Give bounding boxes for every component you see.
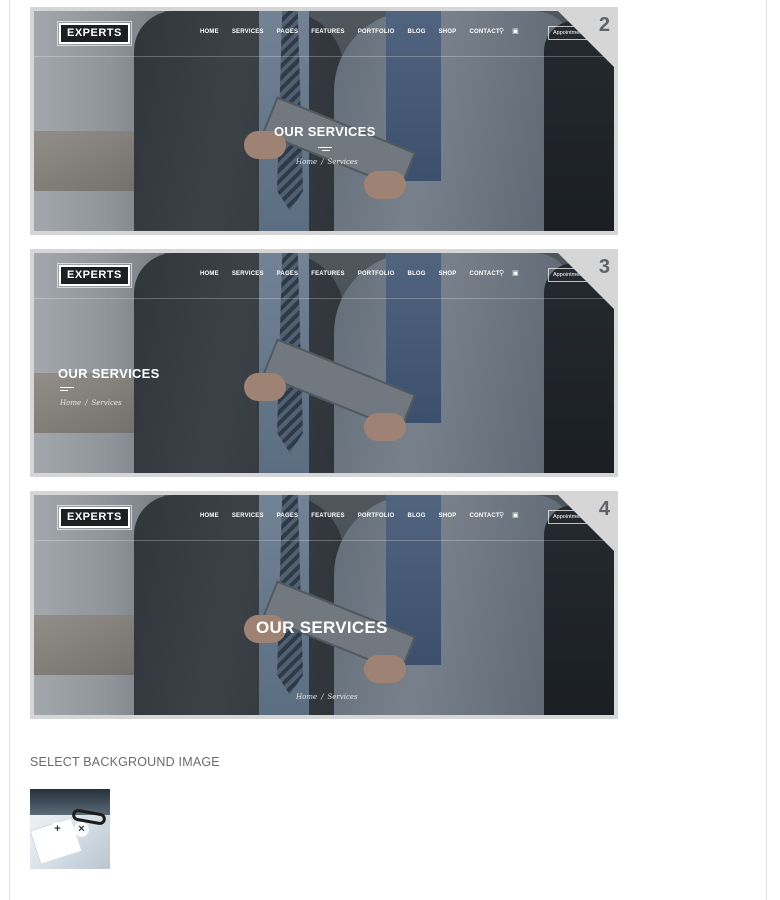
preview-site-header: EXPERTS HOME SERVICES PAGES FEATURES POR…: [34, 495, 614, 541]
breadcrumb-home: Home: [296, 158, 318, 166]
breadcrumb-home: Home: [296, 693, 318, 701]
nav-item: PAGES: [276, 513, 299, 519]
nav-item: SHOP: [438, 271, 457, 277]
site-nav: HOME SERVICES PAGES FEATURES PORTFOLIO B…: [200, 271, 513, 277]
site-logo: EXPERTS: [57, 263, 132, 288]
layout-number: 4: [598, 498, 610, 520]
layout-number: 2: [598, 14, 610, 36]
nav-item: PORTFOLIO: [357, 513, 395, 519]
site-logo: EXPERTS: [57, 21, 132, 46]
preview-site-header: EXPERTS HOME SERVICES PAGES FEATURES POR…: [34, 11, 614, 57]
title-layout-option-2[interactable]: EXPERTS HOME SERVICES PAGES FEATURES POR…: [30, 7, 618, 235]
remove-image-icon[interactable]: ×: [74, 822, 89, 837]
nav-item: CONTACT: [469, 271, 500, 277]
nav-item: SHOP: [438, 29, 457, 35]
breadcrumb-separator: /: [321, 693, 324, 701]
site-logo: EXPERTS: [57, 505, 132, 530]
title-divider: [60, 387, 74, 388]
nav-item: FEATURES: [311, 513, 345, 519]
nav-item: PAGES: [276, 271, 299, 277]
nav-item: PAGES: [276, 29, 299, 35]
layout-preview: EXPERTS HOME SERVICES PAGES FEATURES POR…: [34, 11, 614, 231]
nav-item: FEATURES: [311, 29, 345, 35]
layout-preview: EXPERTS HOME SERVICES PAGES FEATURES POR…: [34, 253, 614, 473]
nav-item: PORTFOLIO: [357, 29, 395, 35]
layout-preview: EXPERTS HOME SERVICES PAGES FEATURES POR…: [34, 495, 614, 715]
title-layout-option-4[interactable]: EXPERTS HOME SERVICES PAGES FEATURES POR…: [30, 491, 618, 719]
preview-site-header: EXPERTS HOME SERVICES PAGES FEATURES POR…: [34, 253, 614, 299]
nav-item: SERVICES: [231, 29, 264, 35]
layout-number: 3: [598, 256, 610, 278]
breadcrumb-current: Services: [91, 399, 122, 407]
breadcrumb: Home / Services: [296, 693, 362, 701]
nav-item: HOME: [200, 29, 219, 35]
page-title: OUR SERVICES: [274, 124, 376, 139]
nav-item: BLOG: [407, 29, 426, 35]
search-icon: ⚲: [499, 28, 505, 35]
background-image-thumbnail[interactable]: + ×: [30, 789, 110, 869]
breadcrumb: Home / Services: [296, 158, 362, 166]
breadcrumb-separator: /: [321, 158, 324, 166]
search-icon: ⚲: [499, 270, 505, 277]
site-nav: HOME SERVICES PAGES FEATURES PORTFOLIO B…: [200, 29, 513, 35]
breadcrumb-current: Services: [327, 158, 358, 166]
nav-item: BLOG: [407, 271, 426, 277]
nav-item: PORTFOLIO: [357, 271, 395, 277]
page-title: OUR SERVICES: [256, 618, 388, 637]
select-background-label: SELECT BACKGROUND IMAGE: [30, 755, 220, 769]
breadcrumb-separator: /: [85, 399, 88, 407]
cart-icon: ▣: [512, 270, 519, 277]
nav-item: CONTACT: [469, 513, 500, 519]
nav-item: CONTACT: [469, 29, 500, 35]
nav-item: SERVICES: [231, 271, 264, 277]
nav-item: SHOP: [438, 513, 457, 519]
nav-item: HOME: [200, 271, 219, 277]
nav-item: BLOG: [407, 513, 426, 519]
add-image-icon[interactable]: +: [50, 822, 65, 837]
title-layout-option-3[interactable]: EXPERTS HOME SERVICES PAGES FEATURES POR…: [30, 249, 618, 477]
nav-item: FEATURES: [311, 271, 345, 277]
cart-icon: ▣: [512, 28, 519, 35]
search-icon: ⚲: [499, 512, 505, 519]
nav-item: SERVICES: [231, 513, 264, 519]
breadcrumb: Home / Services: [60, 399, 126, 407]
title-divider: [318, 147, 332, 148]
nav-item: HOME: [200, 513, 219, 519]
page-title: OUR SERVICES: [58, 366, 160, 381]
site-nav: HOME SERVICES PAGES FEATURES PORTFOLIO B…: [200, 513, 513, 519]
cart-icon: ▣: [512, 512, 519, 519]
breadcrumb-home: Home: [60, 399, 82, 407]
breadcrumb-current: Services: [327, 693, 358, 701]
